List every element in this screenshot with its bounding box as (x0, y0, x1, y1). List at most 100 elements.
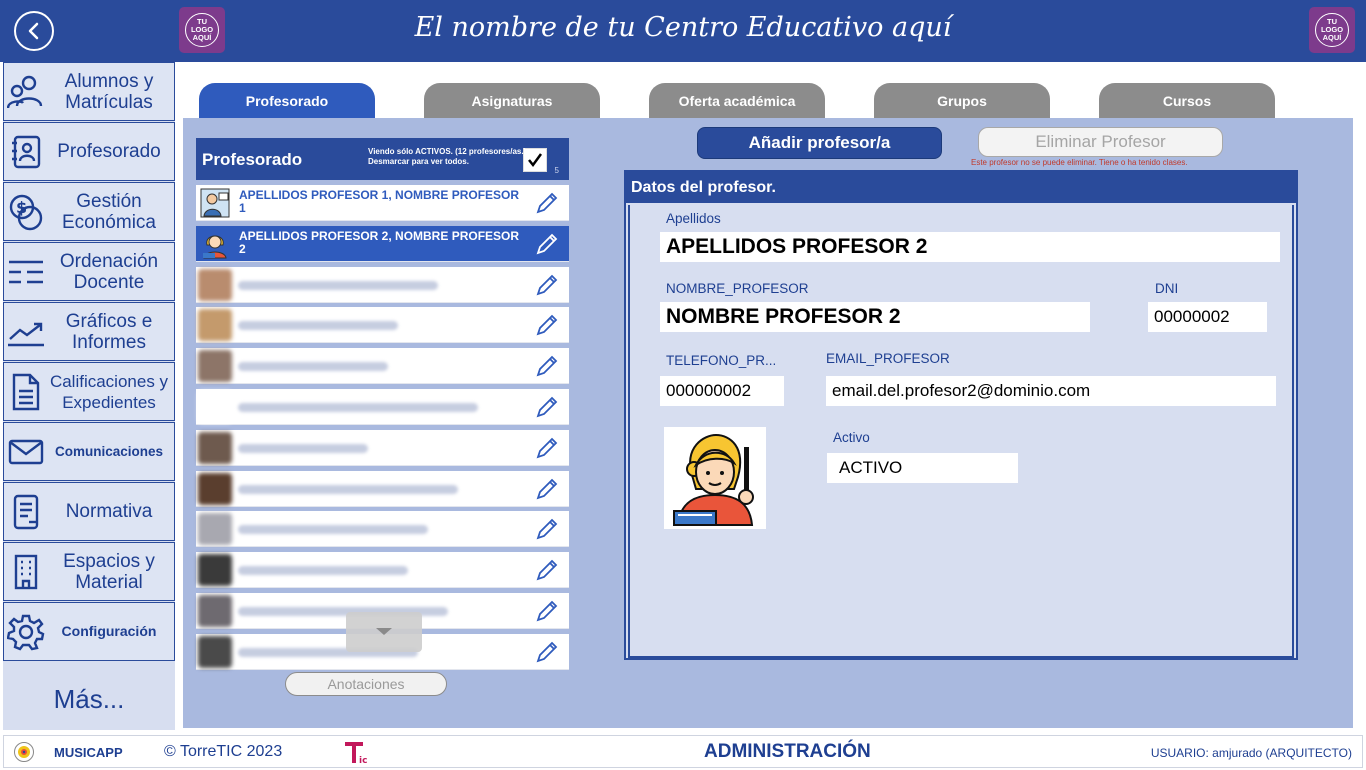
torretic-logo: ic (342, 739, 372, 766)
tab-profesorado[interactable]: Profesorado (199, 83, 375, 118)
edit-pencil-icon[interactable] (535, 517, 559, 541)
blurred-name (238, 443, 368, 453)
sidebar-item-graficos[interactable]: Gráficos e Informes (3, 302, 175, 361)
dni-field[interactable]: 00000002 (1148, 302, 1267, 332)
list-icon (4, 243, 48, 300)
gear-icon (4, 603, 48, 660)
status-bar: MUSICAPP © TorreTIC 2023 ic ADMINISTRACI… (3, 735, 1363, 768)
blurred-name (238, 566, 408, 576)
edit-pencil-icon[interactable] (535, 273, 559, 297)
list-title: Profesorado (202, 150, 303, 169)
chevron-left-icon (28, 22, 39, 40)
checkmark-icon (528, 153, 543, 168)
blurred-avatar (198, 350, 232, 383)
sidebar-item-normativa[interactable]: Normativa (3, 482, 175, 541)
sidebar-item-configuracion[interactable]: Configuración (3, 602, 175, 661)
tab-cursos[interactable]: Cursos (1099, 83, 1275, 118)
blurred-avatar (198, 472, 232, 505)
edit-pencil-icon[interactable] (535, 191, 559, 215)
list-item[interactable]: APELLIDOS PROFESOR 2, NOMBRE PROFESOR 2 (196, 225, 569, 262)
telefono-field[interactable]: 000000002 (660, 376, 784, 406)
nombre-field[interactable]: NOMBRE PROFESOR 2 (660, 302, 1090, 332)
sidebar-item-alumnos[interactable]: Alumnos y Matrículas (3, 62, 175, 121)
tab-oferta-academica[interactable]: Oferta académica (649, 83, 825, 118)
scroll-down-button[interactable] (346, 612, 422, 652)
list-item[interactable] (196, 348, 569, 385)
edit-pencil-icon[interactable] (535, 558, 559, 582)
envelope-icon (4, 423, 48, 480)
apellidos-field[interactable]: APELLIDOS PROFESOR 2 (660, 232, 1280, 262)
list-item[interactable]: APELLIDOS PROFESOR 1, NOMBRE PROFESOR 1 (196, 185, 569, 221)
telefono-label: TELEFONO_PR... (666, 353, 777, 368)
list-count: 5 (554, 166, 559, 175)
school-name: El nombre de tu Centro Educativo aquí (414, 12, 952, 43)
blurred-avatar (198, 513, 232, 546)
edit-pencil-icon[interactable] (535, 395, 559, 419)
blurred-avatar (198, 554, 232, 587)
list-item[interactable] (196, 307, 569, 344)
edit-pencil-icon[interactable] (535, 599, 559, 623)
teacher-list-header: Profesorado Viendo sólo ACTIVOS. (12 pro… (196, 138, 569, 180)
document-icon (4, 363, 48, 420)
delete-warning: Este profesor no se puede eliminar. Tien… (971, 158, 1188, 167)
blurred-name (238, 525, 428, 535)
add-teacher-button[interactable]: Añadir profesor/a (697, 127, 942, 159)
blurred-avatar (198, 391, 232, 423)
tab-asignaturas[interactable]: Asignaturas (424, 83, 600, 118)
sidebar-item-gestion[interactable]: $ Gestión Económica (3, 182, 175, 241)
more-link[interactable]: Más... (3, 674, 175, 724)
sidebar-item-calificaciones[interactable]: Calificaciones y Expedientes (3, 362, 175, 421)
nombre-label: NOMBRE_PROFESOR (666, 281, 809, 296)
school-logo-left: TU LOGO AQUÍ (179, 7, 225, 53)
back-button[interactable] (14, 11, 54, 51)
teacher-avatar-icon (673, 433, 754, 526)
panel-title: Datos del profesor. (626, 172, 1296, 203)
copyright: © TorreTIC 2023 (164, 743, 283, 760)
app-header: TU LOGO AQUÍ El nombre de tu Centro Educat… (0, 0, 1366, 62)
list-item[interactable] (196, 389, 569, 425)
edit-pencil-icon[interactable] (535, 354, 559, 378)
sidebar-item-comunicaciones[interactable]: Comunicaciones (3, 422, 175, 481)
email-field[interactable]: email.del.profesor2@dominio.com (826, 376, 1276, 406)
list-item[interactable] (196, 266, 569, 303)
active-filter-note: Viendo sólo ACTIVOS. (12 profesores/as.)… (368, 147, 527, 166)
list-item[interactable] (196, 552, 569, 589)
blurred-name (238, 403, 478, 412)
activo-label: Activo (833, 430, 870, 445)
users-icon (4, 63, 48, 120)
male-teacher-avatar-icon (200, 188, 230, 218)
chevron-down-icon (376, 628, 392, 635)
svg-text:ic: ic (359, 756, 367, 765)
activo-field[interactable]: ACTIVO (827, 453, 1018, 483)
tab-grupos[interactable]: Grupos (874, 83, 1050, 118)
active-only-checkbox[interactable] (523, 148, 547, 172)
teacher-name: APELLIDOS PROFESOR 2, NOMBRE PROFESOR 2 (239, 228, 520, 256)
list-item[interactable] (196, 429, 569, 466)
list-item[interactable] (196, 511, 569, 548)
annotations-button[interactable]: Anotaciones (285, 672, 447, 696)
sidebar-item-profesorado[interactable]: Profesorado (3, 122, 175, 181)
blurred-avatar (198, 431, 232, 464)
edit-pencil-icon[interactable] (535, 436, 559, 460)
edit-pencil-icon[interactable] (535, 640, 559, 664)
school-logo-right: TU LOGO AQUÍ (1309, 7, 1355, 53)
blurred-name (238, 484, 458, 494)
app-icon (14, 742, 34, 762)
sidebar-item-espacios[interactable]: Espacios y Material (3, 542, 175, 601)
delete-teacher-button[interactable]: Eliminar Profesor (978, 127, 1223, 157)
sidebar-item-ordenacion[interactable]: Ordenación Docente (3, 242, 175, 301)
apellidos-label: Apellidos (666, 211, 721, 226)
blurred-name (238, 362, 388, 372)
blurred-avatar (198, 268, 232, 301)
edit-pencil-icon[interactable] (535, 232, 559, 256)
blurred-avatar (198, 309, 232, 342)
current-user: USUARIO: amjurado (ARQUITECTO) (1150, 746, 1352, 760)
svg-text:$: $ (16, 198, 27, 217)
blurred-avatar (198, 635, 232, 668)
sidebar: Alumnos y Matrículas Profesorado $ Gesti… (3, 62, 175, 730)
dni-label: DNI (1155, 281, 1179, 296)
edit-pencil-icon[interactable] (535, 477, 559, 501)
list-item[interactable] (196, 470, 569, 507)
edit-pencil-icon[interactable] (535, 313, 559, 337)
regulation-icon (4, 483, 48, 540)
